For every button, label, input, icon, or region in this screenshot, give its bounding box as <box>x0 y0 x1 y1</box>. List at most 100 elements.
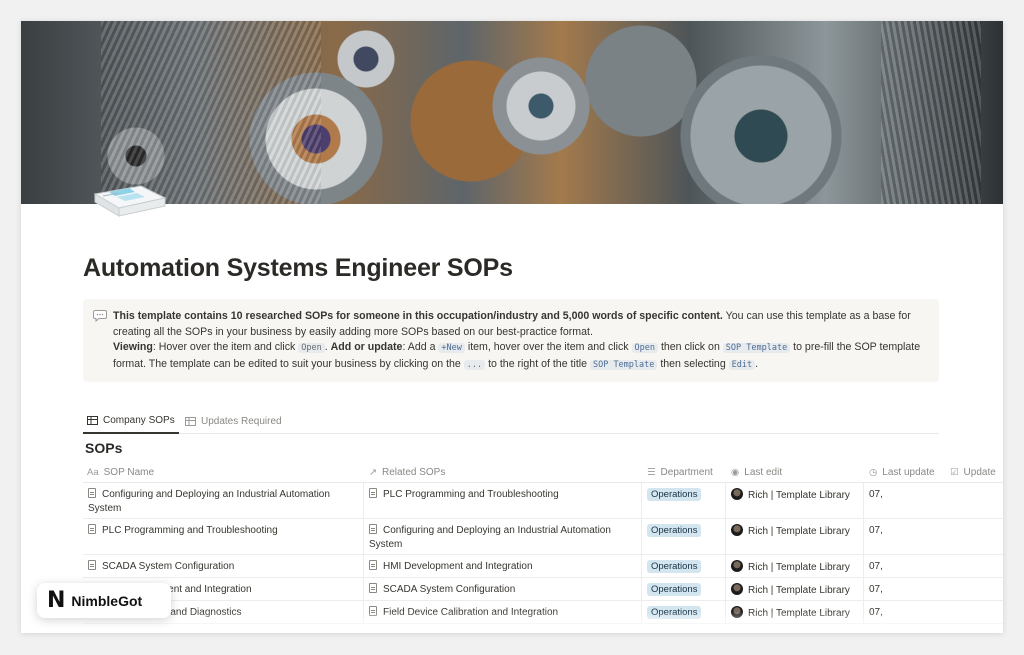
open-code: Open <box>298 343 325 354</box>
sops-table: Aa SOP Name ↗ Related SOPs ☰ Department ◉ La… <box>83 461 1003 624</box>
table-header: Aa SOP Name ↗ Related SOPs ☰ Department ◉ La… <box>83 461 1003 483</box>
related-sop-cell[interactable]: HMI Development and Integration <box>364 555 642 577</box>
department-tag: Operations <box>647 583 702 596</box>
last-update-cell: 07, <box>864 555 924 577</box>
dots-code: ... <box>463 359 486 370</box>
add-text: to the right of the title <box>485 357 590 370</box>
sop-name-cell[interactable]: PLC Programming and Troubleshooting <box>83 519 364 554</box>
relation-icon: ↗ <box>369 466 377 478</box>
sop-template-code: SOP Template <box>589 359 658 370</box>
sop-name: Configuring and Deploying an Industrial … <box>88 489 330 514</box>
last-update-cell: 07, <box>864 519 924 554</box>
sop-name-cell[interactable]: Configuring and Deploying an Industrial … <box>83 483 364 518</box>
related-sop-cell[interactable]: SCADA System Configuration <box>364 578 642 600</box>
editor-name: Rich | Template Library <box>748 585 850 596</box>
department-tag: Operations <box>647 560 702 573</box>
table-row[interactable]: HMI Development and Integration SCADA Sy… <box>83 578 1003 601</box>
column-header-related-sops[interactable]: ↗ Related SOPs <box>369 461 445 483</box>
related-sop-link[interactable]: PLC Programming and Troubleshooting <box>383 489 559 500</box>
page-icon <box>369 583 377 593</box>
column-header-sop-name[interactable]: Aa SOP Name <box>87 461 154 483</box>
clock-icon: ◷ <box>869 466 878 478</box>
table-row[interactable]: PLC Programming and Troubleshooting Conf… <box>83 519 1003 555</box>
avatar <box>731 488 743 500</box>
nimblegot-logo-icon: N <box>47 587 66 613</box>
column-label: Related SOPs <box>381 466 446 478</box>
list-icon: ☰ <box>647 466 656 478</box>
page-icon <box>88 488 96 498</box>
new-code: +New <box>438 343 465 354</box>
callout-text: This template contains 10 researched SOP… <box>113 310 921 370</box>
page-icon[interactable] <box>89 182 169 220</box>
text-property-icon: Aa <box>87 466 99 478</box>
column-header-last-edit[interactable]: ◉ Last edit <box>731 461 782 483</box>
avatar <box>731 524 743 536</box>
column-label: Last edit <box>744 466 783 478</box>
avatar <box>731 583 743 595</box>
related-sop-link[interactable]: SCADA System Configuration <box>383 584 515 595</box>
sop-name: PLC Programming and Troubleshooting <box>102 525 278 536</box>
last-edit-cell: Rich | Template Library <box>726 519 864 554</box>
related-sop-cell[interactable]: Configuring and Deploying an Industrial … <box>364 519 642 554</box>
page-icon <box>369 560 377 570</box>
open-code: Open <box>631 343 658 354</box>
avatar <box>731 560 743 572</box>
tab-company-sops[interactable]: Company SOPs <box>83 408 179 434</box>
last-edit-cell: Rich | Template Library <box>726 578 864 600</box>
tab-updates-required[interactable]: Updates Required <box>181 408 286 434</box>
database-title: SOPs <box>85 440 123 456</box>
tab-label: Company SOPs <box>103 414 175 426</box>
tab-label: Updates Required <box>201 415 282 427</box>
notion-page: Automation Systems Engineer SOPs This te… <box>21 21 1003 633</box>
page-icon <box>88 560 96 570</box>
department-cell[interactable]: Operations <box>642 555 726 577</box>
table-icon <box>185 416 196 426</box>
cover-image <box>21 21 1003 204</box>
related-sop-cell[interactable]: PLC Programming and Troubleshooting <box>364 483 642 518</box>
checkbox-icon: ☑ <box>950 466 959 478</box>
page-icon <box>369 524 377 534</box>
last-edit-cell: Rich | Template Library <box>726 555 864 577</box>
add-text: then selecting <box>657 357 729 370</box>
cover-gear-detail-right <box>881 21 981 204</box>
editor-name: Rich | Template Library <box>748 526 850 537</box>
brand-name: NimbleGot <box>71 592 143 609</box>
column-label: Last update <box>882 466 935 478</box>
department-cell[interactable]: Operations <box>642 578 726 600</box>
department-tag: Operations <box>647 524 702 537</box>
viewing-label: Viewing <box>113 341 153 354</box>
add-text: . <box>755 357 759 370</box>
column-label: Department <box>660 466 713 478</box>
sop-name-cell[interactable]: SCADA System Configuration <box>83 555 364 577</box>
viewing-text: : Hover over the item and click <box>152 341 299 354</box>
callout-bold-intro: This template contains 10 researched SOP… <box>113 310 723 322</box>
department-cell[interactable]: Operations <box>642 483 726 518</box>
column-header-update[interactable]: ☑ Update <box>950 461 996 483</box>
column-label: Update <box>963 466 996 478</box>
person-icon: ◉ <box>731 466 740 478</box>
department-tag: Operations <box>647 488 702 501</box>
related-sop-link[interactable]: Configuring and Deploying an Industrial … <box>369 525 611 550</box>
table-row[interactable]: Configuring and Deploying an Industrial … <box>83 483 1003 519</box>
add-text: item, hover over the item and click <box>464 341 632 354</box>
add-text: then click on <box>658 341 723 354</box>
last-update-value: 07, <box>869 525 883 536</box>
last-edit-cell: Rich | Template Library <box>726 483 864 518</box>
page-icon <box>369 488 377 498</box>
last-update-cell: 07, <box>864 483 924 518</box>
page-icon <box>88 524 96 534</box>
column-header-last-update[interactable]: ◷ Last update <box>869 461 935 483</box>
table-row[interactable]: SCADA System Configuration HMI Developme… <box>83 555 1003 578</box>
watermark-badge: N NimbleGot <box>37 583 171 618</box>
add-update-label: Add or update <box>330 341 403 354</box>
last-update-value: 07, <box>869 561 883 572</box>
department-cell[interactable]: Operations <box>642 519 726 554</box>
column-header-department[interactable]: ☰ Department <box>647 461 713 483</box>
callout-block: This template contains 10 researched SOP… <box>83 299 939 382</box>
related-sop-link[interactable]: HMI Development and Integration <box>383 561 533 572</box>
last-update-value: 07, <box>869 584 883 595</box>
database-view-tabs: Company SOPs Updates Required <box>83 408 939 434</box>
last-update-cell: 07, <box>864 578 924 600</box>
cover-gear-detail <box>101 21 321 204</box>
speech-bubble-icon <box>93 310 107 322</box>
